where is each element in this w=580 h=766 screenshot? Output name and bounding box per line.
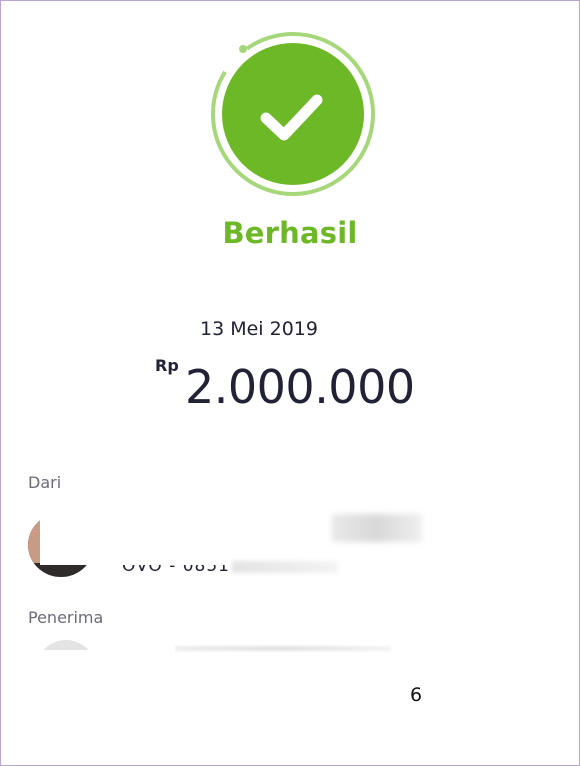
status-title: Berhasil [222,216,358,250]
transaction-date: 13 Mei 2019 [200,318,318,340]
receiver-section-label: Penerima [28,608,104,627]
page-indicator: 6 [410,684,423,706]
redaction-mask [20,650,560,750]
redaction-blur [175,646,390,651]
redaction-mask [40,503,332,565]
redaction-blur [232,561,338,573]
success-check-icon [211,32,375,196]
sender-section-label: Dari [28,473,62,492]
currency-label: Rp [155,356,179,375]
transaction-amount: 2.000.000 [185,360,415,414]
redaction-blur [332,514,422,542]
